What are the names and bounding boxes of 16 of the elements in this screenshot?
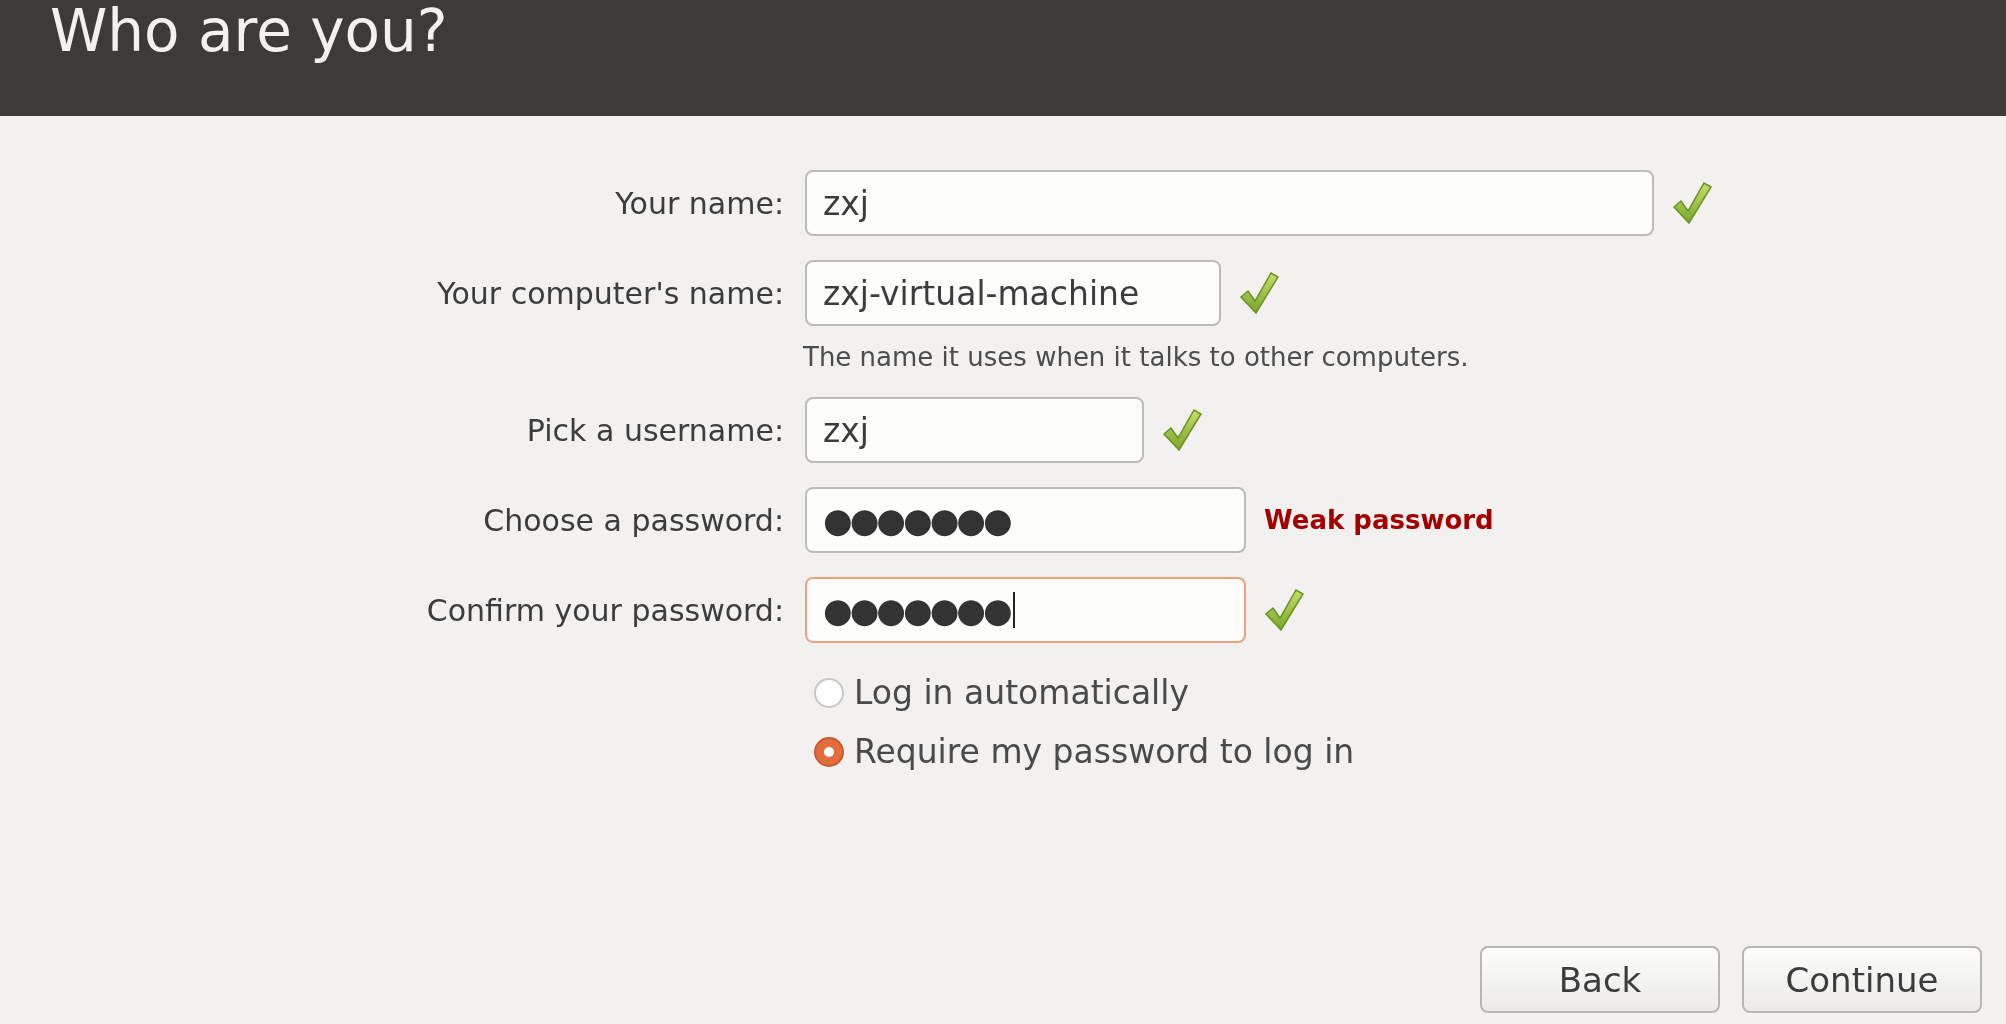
radio-option[interactable]: Log in automatically: [814, 673, 2006, 712]
field-label: Your computer's name:: [436, 275, 784, 311]
radio-option[interactable]: Require my password to log in: [814, 732, 2006, 771]
password-field[interactable]: ●●●●●●●: [805, 487, 1246, 553]
field-label: Pick a username:: [525, 412, 784, 448]
hint-text: The name it uses when it talks to other computers.: [803, 342, 1470, 372]
password-strength: Weak password: [1264, 505, 1494, 535]
field-label: Confirm your password:: [425, 592, 784, 628]
input-field[interactable]: zxj: [805, 397, 1144, 463]
input-field[interactable]: zxj-virtual-machine: [805, 260, 1221, 326]
input-field[interactable]: zxj: [805, 170, 1654, 236]
field-label: Choose a password:: [482, 502, 784, 538]
field-label: Your name:: [614, 185, 784, 221]
dialog-button[interactable]: Back: [1480, 946, 1720, 1013]
dialog-button[interactable]: Continue: [1742, 946, 1982, 1013]
password-field[interactable]: ●●●●●●●: [805, 577, 1246, 643]
